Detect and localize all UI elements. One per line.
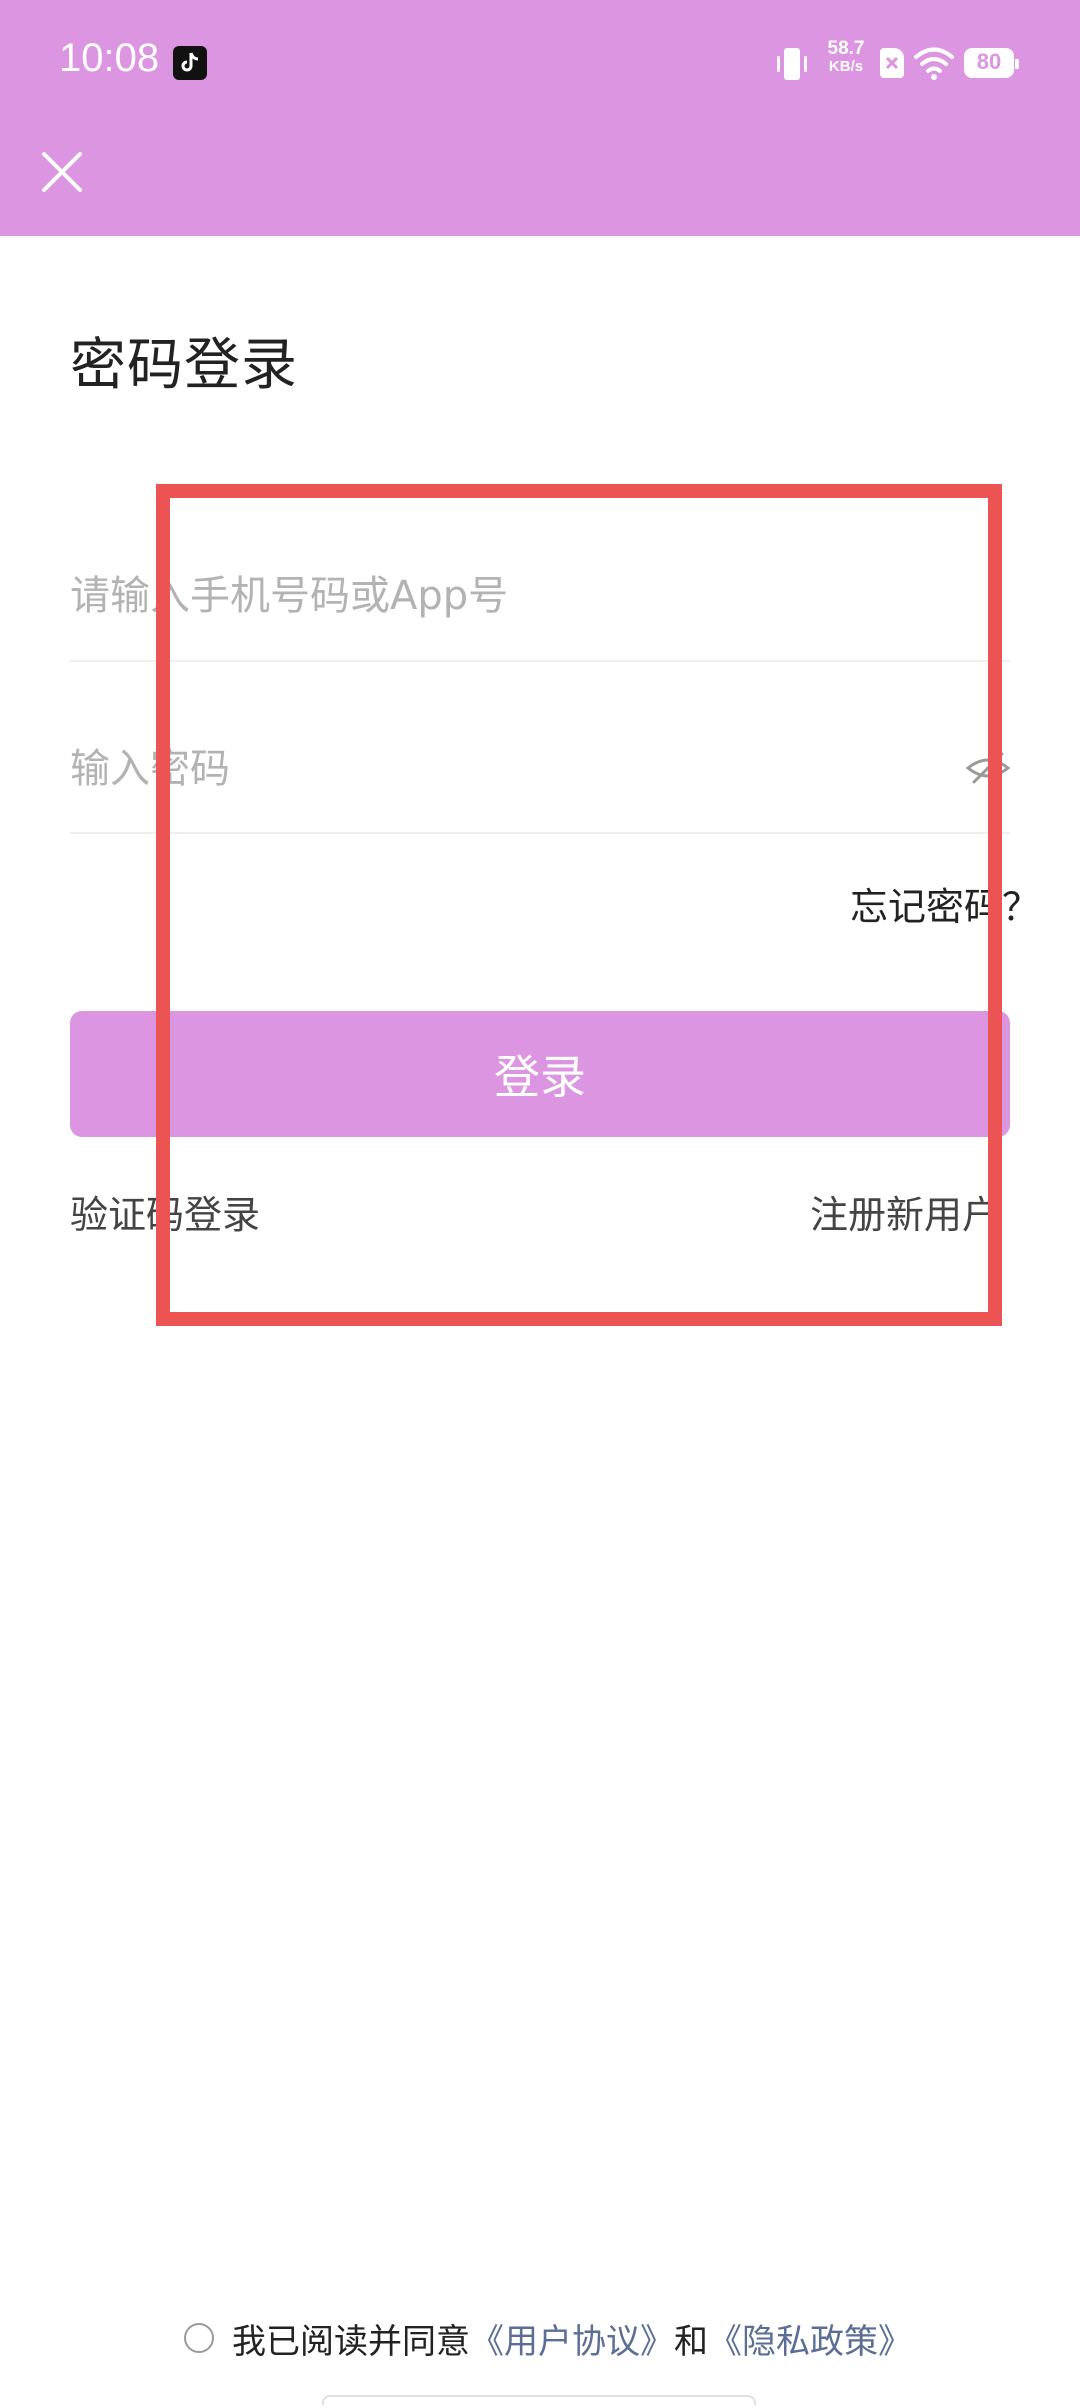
code-login-link[interactable]: 验证码登录: [70, 1184, 260, 1239]
agreement-row: 我已阅读并同意 《用户协议》 和 《隐私政策》: [184, 2313, 912, 2363]
battery-icon: 80: [964, 48, 1019, 78]
network-speed-value: 58.7: [827, 38, 865, 59]
phone-input[interactable]: [70, 556, 950, 636]
sim-icon: [880, 48, 904, 78]
login-button[interactable]: 登录: [70, 1011, 1010, 1137]
password-input[interactable]: [70, 726, 950, 812]
eye-closed-icon[interactable]: [964, 748, 1012, 788]
agreement-checkbox[interactable]: [184, 2323, 214, 2353]
close-icon[interactable]: [40, 150, 84, 194]
agreement-and: 和: [674, 2321, 708, 2362]
header-bar: 10:08 58.7 KB/s 80: [0, 0, 1080, 236]
status-time: 10:08: [59, 36, 160, 80]
network-speed-unit: KB/s: [828, 58, 864, 75]
phone-field: [70, 556, 1010, 662]
user-agreement-link[interactable]: 《用户协议》: [470, 2314, 674, 2363]
login-screen: 10:08 58.7 KB/s 80 密码登录 请输入手机号码或App号 忘记密…: [0, 0, 1080, 2408]
page-title: 密码登录: [70, 333, 298, 398]
forgot-password-link[interactable]: 忘记密码？: [850, 876, 1040, 931]
register-link[interactable]: 注册新用户: [810, 1184, 1000, 1239]
agreement-prefix: 我已阅读并同意: [232, 2321, 470, 2362]
tiktok-icon: [173, 46, 207, 80]
vibrate-icon: [777, 48, 807, 80]
network-speed: 58.7 KB/s: [822, 38, 870, 76]
wifi-icon: [914, 47, 954, 80]
home-indicator[interactable]: [322, 2395, 756, 2405]
privacy-policy-link[interactable]: 《隐私政策》: [708, 2314, 912, 2363]
battery-level: 80: [976, 49, 1002, 74]
password-field: [70, 726, 1012, 834]
